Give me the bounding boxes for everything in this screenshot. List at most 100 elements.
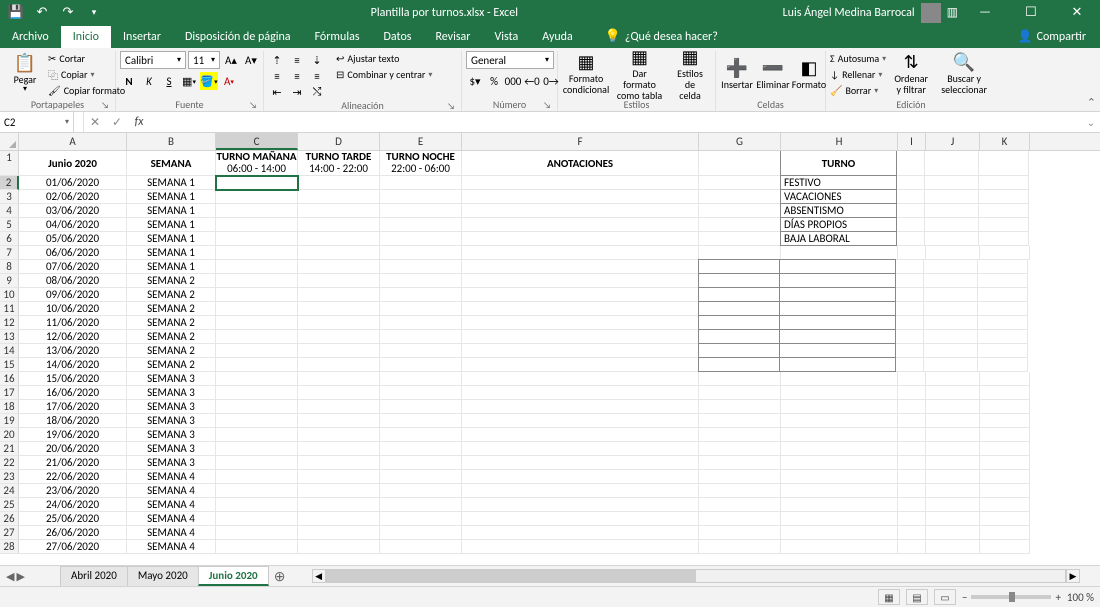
zoom-slider-track[interactable] [971, 595, 1051, 599]
cell[interactable] [216, 414, 298, 428]
cell[interactable] [978, 260, 1028, 274]
cell[interactable] [298, 358, 380, 372]
cell[interactable] [925, 232, 979, 246]
cell[interactable]: SEMANA 4 [127, 512, 216, 526]
cell[interactable] [462, 260, 699, 274]
cell[interactable] [380, 260, 462, 274]
cell[interactable] [980, 484, 1030, 498]
cell[interactable] [779, 287, 896, 302]
font-color-button[interactable]: A▾ [220, 72, 238, 90]
autosum-button[interactable]: ΣAutosuma▾ [830, 51, 886, 66]
cell[interactable]: 09/06/2020 [19, 288, 127, 302]
cell[interactable]: 24/06/2020 [19, 498, 127, 512]
cell[interactable]: 11/06/2020 [19, 316, 127, 330]
zoom-out-button[interactable]: − [962, 591, 967, 604]
cell[interactable] [926, 456, 980, 470]
cell[interactable] [216, 274, 298, 288]
cell[interactable]: 02/06/2020 [19, 190, 127, 204]
row-header-7[interactable]: 7 [0, 246, 19, 260]
cell[interactable] [925, 190, 979, 204]
cell[interactable] [699, 372, 781, 386]
normal-view-button[interactable]: ▦ [878, 589, 900, 605]
cell[interactable] [779, 273, 896, 288]
cell[interactable] [216, 512, 298, 526]
redo-button[interactable]: ↷ [56, 1, 80, 25]
cell[interactable] [380, 526, 462, 540]
cell[interactable]: BAJA LABORAL [780, 231, 897, 246]
hscroll-left[interactable]: ◀ [312, 569, 326, 583]
cell[interactable] [380, 176, 462, 190]
comma-style-button[interactable]: 000 [504, 72, 522, 90]
cell-styles-button[interactable]: ▦Estilos de celda [669, 51, 711, 97]
cell[interactable]: TURNO NOCHE22:00 - 06:00 [380, 151, 462, 176]
cell[interactable] [924, 288, 978, 302]
cell[interactable] [898, 400, 926, 414]
cell[interactable]: SEMANA 4 [127, 484, 216, 498]
cell[interactable] [216, 190, 298, 204]
wrap-text-button[interactable]: ↩Ajustar texto [336, 51, 432, 66]
cell[interactable] [779, 315, 896, 330]
cell[interactable] [926, 526, 980, 540]
cell[interactable] [462, 232, 699, 246]
cell[interactable] [779, 329, 896, 344]
font-launcher[interactable]: ↘ [247, 100, 259, 111]
column-header-B[interactable]: B [127, 133, 216, 150]
cell[interactable] [779, 357, 896, 372]
cell[interactable]: 16/06/2020 [19, 386, 127, 400]
cell[interactable] [298, 498, 380, 512]
cell[interactable] [898, 414, 926, 428]
cell[interactable] [781, 414, 898, 428]
cell[interactable] [216, 302, 298, 316]
cell[interactable]: SEMANA 4 [127, 498, 216, 512]
row-header-24[interactable]: 24 [0, 484, 19, 498]
cell[interactable] [699, 414, 781, 428]
cell[interactable] [978, 274, 1028, 288]
cell[interactable] [216, 246, 298, 260]
column-header-C[interactable]: C [216, 133, 298, 150]
cell[interactable] [896, 344, 924, 358]
cell[interactable]: 23/06/2020 [19, 484, 127, 498]
cell[interactable] [979, 218, 1029, 232]
cut-button[interactable]: ✂Cortar [48, 51, 125, 66]
cell[interactable] [380, 414, 462, 428]
cell[interactable] [699, 512, 781, 526]
sheet-tab-junio-2020[interactable]: Junio 2020 [198, 566, 269, 586]
cell[interactable] [896, 302, 924, 316]
row-header-3[interactable]: 3 [0, 190, 19, 204]
cell[interactable] [898, 498, 926, 512]
cell[interactable] [380, 358, 462, 372]
cell[interactable] [926, 428, 980, 442]
cell[interactable]: SEMANA 4 [127, 540, 216, 554]
cell[interactable] [699, 428, 781, 442]
cell[interactable] [896, 288, 924, 302]
cell[interactable]: SEMANA 1 [127, 232, 216, 246]
hscroll-track[interactable] [326, 569, 1066, 583]
sheet-scroll-left[interactable]: ◀ [6, 570, 14, 583]
column-header-G[interactable]: G [699, 133, 781, 150]
cell[interactable] [698, 287, 780, 302]
cell[interactable] [699, 400, 781, 414]
cell[interactable] [216, 400, 298, 414]
expand-formula-bar[interactable]: ⌄ [1082, 112, 1100, 132]
row-header-13[interactable]: 13 [0, 330, 19, 344]
cell[interactable]: 12/06/2020 [19, 330, 127, 344]
merge-center-button[interactable]: ⊟Combinar y centrar▾ [336, 67, 432, 82]
cell[interactable] [298, 260, 380, 274]
zoom-level[interactable]: 100 % [1067, 591, 1094, 604]
tell-me[interactable]: 💡 ¿Qué desea hacer? [597, 25, 726, 48]
cell[interactable] [924, 316, 978, 330]
cell[interactable] [978, 344, 1028, 358]
cell[interactable] [781, 498, 898, 512]
cell[interactable] [898, 386, 926, 400]
cell[interactable] [781, 470, 898, 484]
cell[interactable] [898, 456, 926, 470]
cell[interactable] [462, 190, 699, 204]
cell[interactable] [216, 358, 298, 372]
row-header-11[interactable]: 11 [0, 302, 19, 316]
cell[interactable] [298, 316, 380, 330]
cell[interactable] [699, 484, 781, 498]
cell[interactable] [699, 176, 781, 190]
cell[interactable] [699, 151, 781, 176]
hscroll-right[interactable]: ▶ [1066, 569, 1080, 583]
cell[interactable] [897, 218, 925, 232]
